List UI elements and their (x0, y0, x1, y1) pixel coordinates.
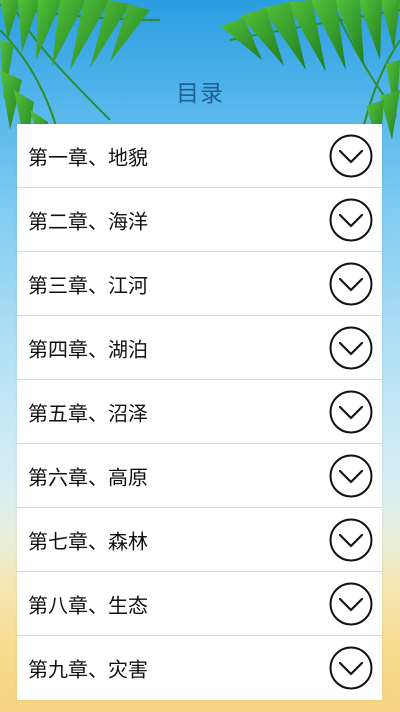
chevron-down-circle-icon[interactable] (329, 198, 373, 242)
chapter-row-6[interactable]: 第六章、高原 (17, 444, 382, 508)
chapter-label: 第八章、生态 (28, 593, 148, 617)
chevron-down-circle-icon[interactable] (329, 454, 373, 498)
chapter-label: 第四章、湖泊 (28, 337, 148, 361)
chapter-row-9[interactable]: 第九章、灾害 (17, 636, 382, 700)
chapter-row-4[interactable]: 第四章、湖泊 (17, 316, 382, 380)
chevron-down-circle-icon[interactable] (329, 582, 373, 626)
chapter-list: 第一章、地貌 第二章、海洋 第三章、江河 第四章、湖泊 第五章、沼泽 第六章、高… (17, 124, 382, 700)
chapter-label: 第五章、沼泽 (28, 401, 148, 425)
chapter-label: 第六章、高原 (28, 465, 148, 489)
chapter-row-1[interactable]: 第一章、地貌 (17, 124, 382, 188)
chevron-down-circle-icon[interactable] (329, 646, 373, 690)
chapter-label: 第七章、森林 (28, 529, 148, 553)
chapter-label: 第三章、江河 (28, 273, 148, 297)
page-title: 目录 (176, 81, 224, 107)
chapter-row-7[interactable]: 第七章、森林 (17, 508, 382, 572)
chapter-label: 第一章、地貌 (28, 145, 148, 169)
chapter-row-3[interactable]: 第三章、江河 (17, 252, 382, 316)
chevron-down-circle-icon[interactable] (329, 262, 373, 306)
chapter-row-8[interactable]: 第八章、生态 (17, 572, 382, 636)
chapter-row-2[interactable]: 第二章、海洋 (17, 188, 382, 252)
chapter-row-5[interactable]: 第五章、沼泽 (17, 380, 382, 444)
chapter-label: 第九章、灾害 (28, 657, 148, 682)
chevron-down-circle-icon[interactable] (329, 518, 373, 562)
chevron-down-circle-icon[interactable] (329, 326, 373, 370)
chapter-label: 第二章、海洋 (28, 209, 148, 233)
chevron-down-circle-icon[interactable] (329, 134, 373, 178)
chevron-down-circle-icon[interactable] (329, 390, 373, 434)
